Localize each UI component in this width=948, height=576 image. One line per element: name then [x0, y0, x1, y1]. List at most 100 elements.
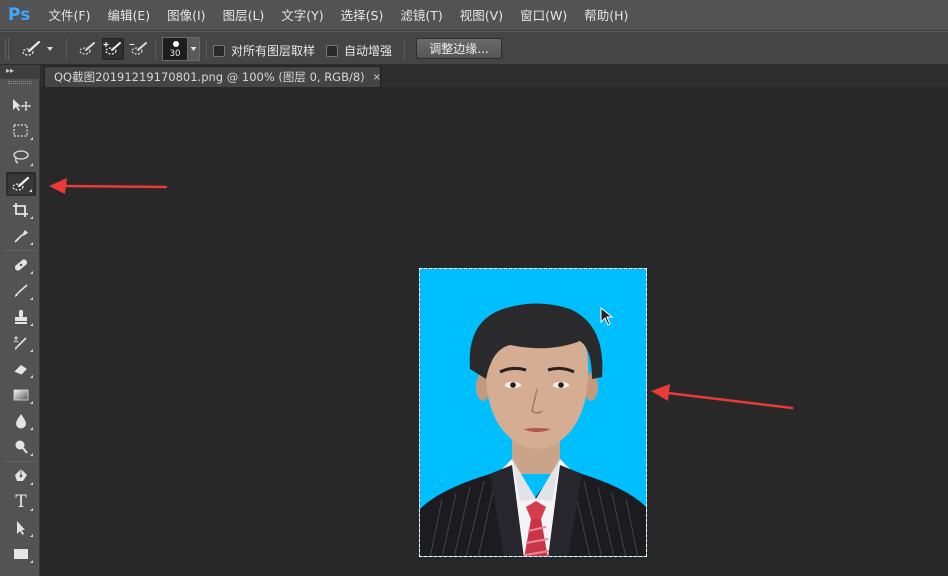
menu-select[interactable]: 选择(S) — [332, 0, 392, 31]
healing-brush-tool[interactable] — [6, 253, 36, 277]
tool-group-indicator — [30, 297, 33, 300]
pen-icon — [15, 469, 27, 481]
cursor-icon — [600, 307, 614, 326]
menu-filter[interactable]: 滤镜(T) — [392, 0, 451, 31]
tool-group-indicator — [30, 427, 33, 430]
sample-all-layers-label: 对所有图层取样 — [231, 44, 316, 58]
healing-brush-icon — [14, 259, 28, 271]
options-bar: 30 对所有图层取样 自动增强 调整边缘... — [0, 31, 948, 65]
path-selection-tool[interactable] — [6, 516, 36, 540]
brush-tool[interactable] — [6, 279, 36, 303]
auto-enhance-checkbox[interactable] — [326, 44, 338, 57]
crop-icon — [13, 203, 28, 217]
menu-type[interactable]: 文字(Y) — [273, 0, 332, 31]
tool-group-indicator — [30, 375, 33, 378]
menu-items: 文件(F) 编辑(E) 图像(I) 图层(L) 文字(Y) 选择(S) 滤镜(T… — [40, 0, 637, 31]
crop-tool[interactable] — [6, 198, 36, 222]
path-selection-icon — [17, 521, 25, 535]
quick-selection-icon — [12, 176, 30, 191]
document-tab[interactable]: QQ截图20191219170801.png @ 100% (图层 0, RGB… — [44, 66, 381, 87]
marquee-tool[interactable] — [6, 119, 36, 143]
chevron-down-icon — [47, 47, 53, 51]
sample-all-layers-option[interactable]: 对所有图层取样 — [213, 42, 315, 59]
tool-group-indicator — [30, 534, 33, 537]
move-tool[interactable] — [6, 93, 36, 117]
tool-group-indicator — [30, 242, 33, 245]
eraser-icon — [13, 365, 27, 376]
tool-group-indicator — [30, 137, 33, 140]
sample-all-layers-checkbox[interactable] — [213, 44, 225, 57]
type-tool[interactable]: T — [6, 490, 36, 514]
subtract-from-selection-icon — [129, 42, 147, 55]
brush-tip — [173, 41, 179, 47]
blur-tool[interactable] — [6, 409, 36, 433]
options-bar-grip[interactable] — [5, 39, 9, 59]
lasso-tool[interactable] — [6, 145, 36, 169]
tool-group-indicator — [29, 189, 32, 192]
quick-selection-tool[interactable] — [6, 172, 36, 196]
menu-layer[interactable]: 图层(L) — [214, 0, 273, 31]
clone-stamp-icon — [15, 310, 27, 324]
gradient-icon — [13, 389, 29, 401]
auto-enhance-label: 自动增强 — [344, 44, 393, 58]
brush-dropdown[interactable] — [188, 37, 200, 61]
menu-file[interactable]: 文件(F) — [40, 0, 99, 31]
document-tab-label: QQ截图20191219170801.png @ 100% (图层 0, RGB… — [54, 70, 365, 84]
menu-help[interactable]: 帮助(H) — [576, 0, 637, 31]
eyedropper-tool[interactable] — [6, 224, 36, 248]
gradient-tool[interactable] — [6, 383, 36, 407]
brush-picker[interactable]: 30 — [162, 37, 200, 61]
blur-icon — [16, 414, 26, 429]
menu-bar: Ps 文件(F) 编辑(E) 图像(I) 图层(L) 文字(Y) 选择(S) 滤… — [0, 0, 948, 31]
photoshop-logo: Ps — [8, 5, 31, 25]
tool-group-indicator — [30, 271, 33, 274]
canvas-area[interactable] — [41, 87, 948, 576]
toolbox-divider — [4, 250, 36, 251]
subtract-from-selection-mode[interactable] — [128, 38, 150, 60]
quick-selection-icon — [22, 40, 41, 56]
tool-group-indicator — [30, 482, 33, 485]
dodge-icon — [15, 440, 28, 454]
tool-group-indicator — [30, 349, 33, 352]
tool-group-indicator — [30, 560, 33, 563]
tool-group-indicator — [30, 453, 33, 456]
toolbox-header: ▸▸ — [0, 65, 40, 79]
tool-group-indicator — [30, 323, 33, 326]
brush-preview: 30 — [162, 37, 188, 61]
new-selection-mode[interactable] — [76, 38, 98, 60]
options-divider — [206, 38, 207, 60]
marquee-icon — [13, 124, 28, 137]
tool-preset-picker[interactable] — [20, 38, 58, 60]
toolbox-grip[interactable] — [8, 81, 32, 84]
type-icon: T — [15, 492, 27, 512]
rectangle-icon — [14, 549, 28, 559]
menu-view[interactable]: 视图(V) — [451, 0, 511, 31]
clone-stamp-tool[interactable] — [6, 305, 36, 329]
collapse-icon[interactable]: ▸▸ — [6, 65, 14, 77]
eraser-tool[interactable] — [6, 357, 36, 381]
options-divider — [66, 38, 67, 60]
tool-group-indicator — [30, 216, 33, 219]
options-divider — [404, 38, 405, 60]
lasso-icon — [13, 150, 29, 164]
menu-edit[interactable]: 编辑(E) — [99, 0, 159, 31]
refine-edge-button[interactable]: 调整边缘... — [416, 38, 502, 59]
tool-group-indicator — [30, 508, 33, 511]
menu-image[interactable]: 图像(I) — [159, 0, 214, 31]
rectangle-tool[interactable] — [6, 542, 36, 566]
dodge-tool[interactable] — [6, 435, 36, 459]
brush-icon — [15, 284, 28, 297]
options-divider — [155, 38, 156, 60]
history-brush-tool[interactable] — [6, 331, 36, 355]
close-icon[interactable]: × — [373, 72, 381, 83]
add-to-selection-mode[interactable] — [102, 38, 124, 60]
menu-window[interactable]: 窗口(W) — [512, 0, 576, 31]
pen-tool[interactable] — [6, 464, 36, 488]
brush-size-label: 30 — [169, 49, 181, 59]
document-tab-bar: QQ截图20191219170801.png @ 100% (图层 0, RGB… — [40, 65, 948, 87]
tool-group-indicator — [30, 163, 33, 166]
auto-enhance-option[interactable]: 自动增强 — [326, 42, 392, 59]
toolbox-divider — [4, 461, 36, 462]
add-to-selection-icon — [103, 42, 121, 55]
chevron-down-icon — [190, 47, 197, 51]
